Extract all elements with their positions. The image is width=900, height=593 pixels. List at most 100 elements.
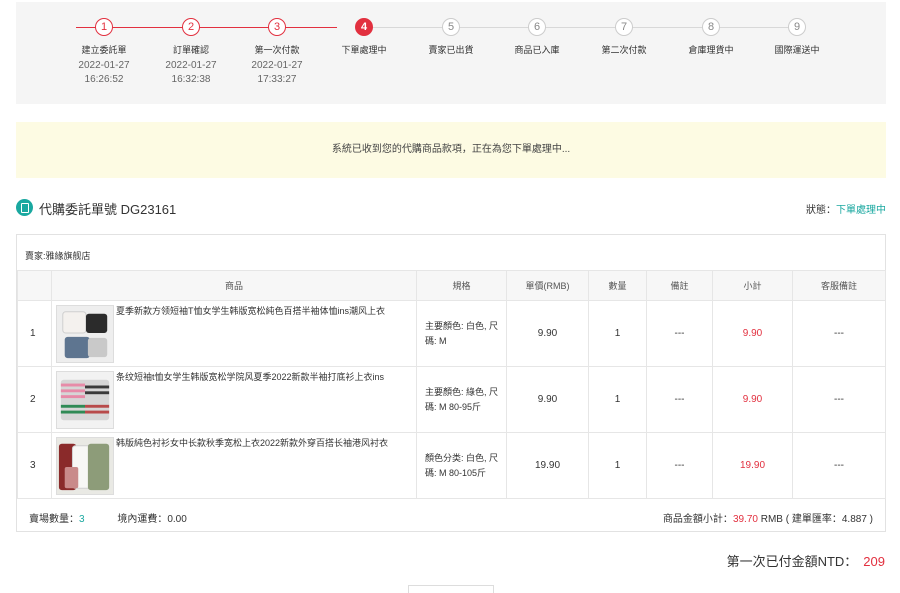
col-quantity: 數量 — [588, 270, 647, 301]
quantity: 1 — [588, 432, 647, 499]
table-header-row: 商品 規格 單價(RMB) 數量 備註 小計 客服備註 — [17, 270, 886, 301]
product-cell: 条纹短袖t恤女学生韩版宽松学院风夏季2022新款半袖打底衫上衣ins — [51, 366, 417, 433]
product-spec: 主要顏色: 綠色, 尺碼: M 80-95斤 — [416, 366, 507, 433]
store-count-value: 3 — [79, 514, 85, 525]
table-row: 1 夏季新款方领短袖T恤女学生韩版宽松純色百搭半袖体恤ins潮风上衣 主要顏色:… — [17, 300, 886, 367]
step-time: 17:33:27 — [257, 74, 297, 85]
table-row: 3 韩版純色衬衫女中长款秋季宽松上衣2022新款外穿百搭长袖港风衬衣 顏色分类:… — [17, 432, 886, 499]
table-row: 2 条纹短袖t恤女学生韩版宽松学院风夏季2022新款半袖打底衫上衣ins 主要顏… — [17, 366, 886, 433]
col-product: 商品 — [51, 270, 417, 301]
step-number: 2 — [182, 18, 200, 36]
row-index: 3 — [17, 432, 52, 499]
step-label: 下單處理中 — [341, 45, 387, 55]
seller-name: 賣家:雅緣旗舰店 — [25, 251, 91, 261]
status-value: 下單處理中 — [836, 205, 886, 216]
step-number: 5 — [442, 18, 460, 36]
col-unit-price: 單價(RMB) — [506, 270, 589, 301]
progress-line-todo — [364, 27, 798, 28]
step-create-order: 1 建立委託單 2022-01-27 16:26:52 — [59, 18, 149, 87]
footer-left: 賣場數量：3 境內運費：0.00 — [29, 510, 187, 525]
step-number: 6 — [528, 18, 546, 36]
document-icon — [16, 199, 33, 216]
step-label: 第二次付款 — [601, 45, 647, 55]
step-date: 2022-01-27 — [165, 60, 217, 71]
order-items-table: 商品 規格 單價(RMB) 數量 備註 小計 客服備註 1 夏季新款方领短袖T恤… — [17, 270, 886, 499]
step-order-confirm: 2 訂單確認 2022-01-27 16:32:38 — [146, 18, 236, 87]
row-index: 1 — [17, 300, 52, 367]
quantity: 1 — [588, 300, 647, 367]
store-count-label: 賣場數量： — [29, 514, 79, 525]
progress-line-done — [76, 27, 337, 28]
step-time: 16:26:52 — [84, 74, 124, 85]
product-cell: 夏季新款方领短袖T恤女学生韩版宽松純色百搭半袖体恤ins潮风上衣 — [51, 300, 417, 367]
step-number: 3 — [268, 18, 286, 36]
item-note: --- — [646, 432, 713, 499]
order-header: 代購委託單號 DG23161 狀態：下單處理中 — [16, 198, 886, 218]
product-name-link[interactable]: 夏季新款方领短袖T恤女学生韩版宽松純色百搭半袖体恤ins潮风上衣 — [116, 305, 414, 318]
cs-note: --- — [792, 366, 886, 433]
step-label: 倉庫理貨中 — [688, 45, 734, 55]
step-label: 商品已入庫 — [514, 45, 560, 55]
step-first-payment: 3 第一次付款 2022-01-27 17:33:27 — [232, 18, 322, 87]
order-progress-stepper: 1 建立委託單 2022-01-27 16:26:52 2 訂單確認 2022-… — [16, 2, 886, 104]
step-date: 2022-01-27 — [251, 60, 303, 71]
step-label: 賣家已出貨 — [428, 45, 474, 55]
step-number: 9 — [788, 18, 806, 36]
item-subtotal: 19.90 — [712, 432, 793, 499]
product-cell: 韩版純色衬衫女中长款秋季宽松上衣2022新款外穿百搭长袖港风衬衣 — [51, 432, 417, 499]
processing-notice: 系統已收到您的代購商品款項，正在為您下單處理中... — [16, 122, 886, 178]
step-second-payment: 7 第二次付款 — [579, 18, 669, 56]
order-items-panel: 賣家:雅緣旗舰店 商品 規格 單價(RMB) 數量 備註 小計 客服備註 1 夏… — [16, 234, 886, 532]
row-index: 2 — [17, 366, 52, 433]
product-thumbnail[interactable] — [56, 437, 114, 495]
item-note: --- — [646, 366, 713, 433]
item-subtotal: 9.90 — [712, 366, 793, 433]
step-number: 4 — [355, 18, 373, 36]
product-thumbnail[interactable] — [56, 371, 114, 429]
step-label: 國際運送中 — [774, 45, 820, 55]
item-note: --- — [646, 300, 713, 367]
product-name-link[interactable]: 条纹短袖t恤女学生韩版宽松学院风夏季2022新款半袖打底衫上衣ins — [116, 371, 414, 384]
step-international-shipping: 9 國際運送中 — [752, 18, 842, 56]
order-title: 代購委託單號 DG23161 — [39, 202, 177, 217]
subtotal-value: 39.70 — [732, 514, 758, 525]
product-name-link[interactable]: 韩版純色衬衫女中长款秋季宽松上衣2022新款外穿百搭长袖港风衬衣 — [116, 437, 414, 450]
table-footer: 賣場數量：3 境內運費：0.00 商品金額小計：39.70 RMB ( 建單匯率… — [17, 499, 885, 532]
cs-note: --- — [792, 300, 886, 367]
col-index — [17, 270, 52, 301]
step-time: 16:32:38 — [171, 74, 211, 85]
step-label: 第一次付款 — [254, 45, 300, 55]
subtotal-label: 商品金額小計： — [662, 514, 733, 525]
paid-label: 第一次已付金額NTD： — [726, 554, 858, 569]
bottom-button[interactable] — [408, 585, 494, 593]
product-spec: 主要顏色: 白色, 尺碼: M — [416, 300, 507, 367]
status-label: 狀態： — [806, 205, 836, 216]
col-cs-note: 客服備註 — [792, 270, 886, 301]
cs-note: --- — [792, 432, 886, 499]
paid-value: 209 — [863, 554, 885, 569]
unit-price: 9.90 — [506, 300, 589, 367]
step-date: 2022-01-27 — [78, 60, 130, 71]
step-label: 建立委託單 — [81, 45, 127, 55]
col-subtotal: 小計 — [712, 270, 793, 301]
product-spec: 顏色分类: 白色, 尺碼: M 80-105斤 — [416, 432, 507, 499]
domestic-shipping-fee: 境內運費：0.00 — [117, 514, 187, 525]
col-note: 備註 — [646, 270, 713, 301]
step-seller-shipped: 5 賣家已出貨 — [406, 18, 496, 56]
step-warehouse-sorting: 8 倉庫理貨中 — [666, 18, 756, 56]
step-number: 7 — [615, 18, 633, 36]
item-subtotal: 9.90 — [712, 300, 793, 367]
step-in-warehouse: 6 商品已入庫 — [492, 18, 582, 56]
quantity: 1 — [588, 366, 647, 433]
step-ordering: 4 下單處理中 — [319, 18, 409, 56]
order-status: 狀態：下單處理中 — [806, 201, 886, 216]
footer-right: 商品金額小計：39.70 RMB ( 建單匯率：4.887 ) — [663, 510, 873, 525]
step-number: 1 — [95, 18, 113, 36]
product-thumbnail[interactable] — [56, 305, 114, 363]
step-label: 訂單確認 — [172, 45, 209, 55]
unit-price: 19.90 — [506, 432, 589, 499]
first-payment-amount: 第一次已付金額NTD： 209 — [727, 551, 885, 570]
subtotal-currency-rate: RMB ( 建單匯率：4.887 ) — [760, 514, 873, 525]
col-spec: 規格 — [416, 270, 507, 301]
unit-price: 9.90 — [506, 366, 589, 433]
